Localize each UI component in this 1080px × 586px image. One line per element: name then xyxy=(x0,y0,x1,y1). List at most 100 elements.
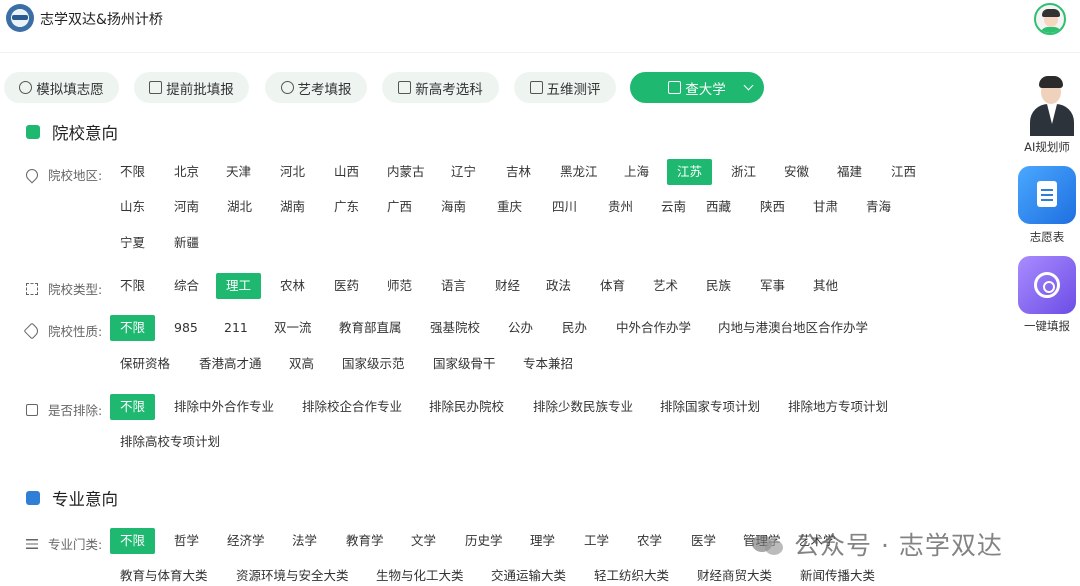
nature-option[interactable]: 香港高才通 xyxy=(189,351,272,377)
region-option[interactable]: 湖北 xyxy=(217,194,262,220)
tab-five-dimension[interactable]: 五维测评 xyxy=(514,72,616,103)
nature-option[interactable]: 强基院校 xyxy=(420,315,490,341)
nature-option[interactable]: 公办 xyxy=(498,315,543,341)
exclude-option[interactable]: 排除少数民族专业 xyxy=(523,394,643,420)
type-option[interactable]: 农林 xyxy=(270,273,315,299)
major-category-option[interactable]: 医学 xyxy=(681,528,726,554)
type-option[interactable]: 民族 xyxy=(696,273,741,299)
region-option[interactable]: 吉林 xyxy=(496,159,541,185)
user-avatar[interactable] xyxy=(1034,3,1066,35)
tab-subject-selection[interactable]: 新高考选科 xyxy=(382,72,499,103)
region-option[interactable]: 新疆 xyxy=(164,230,209,256)
nature-option[interactable]: 211 xyxy=(214,315,258,341)
region-option[interactable]: 福建 xyxy=(827,159,872,185)
nature-option[interactable]: 教育部直属 xyxy=(329,315,412,341)
region-option[interactable]: 甘肃 xyxy=(803,194,848,220)
type-option[interactable]: 综合 xyxy=(164,273,209,299)
region-option[interactable]: 上海 xyxy=(614,159,659,185)
tab-early-batch[interactable]: 提前批填报 xyxy=(134,72,249,103)
region-option[interactable]: 江西 xyxy=(881,159,926,185)
major-category-option[interactable]: 理学 xyxy=(520,528,565,554)
tab-simulate-fill[interactable]: 模拟填志愿 xyxy=(4,72,119,103)
region-option[interactable]: 广西 xyxy=(377,194,422,220)
region-option[interactable]: 安徽 xyxy=(774,159,819,185)
nature-option[interactable]: 985 xyxy=(164,315,208,341)
tab-art-exam[interactable]: 艺考填报 xyxy=(265,72,367,103)
nature-option[interactable]: 双一流 xyxy=(264,315,322,341)
exclude-option[interactable]: 排除中外合作专业 xyxy=(164,394,284,420)
region-option[interactable]: 广东 xyxy=(324,194,369,220)
major-category-option[interactable]: 教育与体育大类 xyxy=(110,563,218,586)
chevron-down-icon[interactable] xyxy=(743,80,754,91)
major-category-option[interactable]: 财经商贸大类 xyxy=(687,563,782,586)
major-category-option[interactable]: 资源环境与安全大类 xyxy=(226,563,359,586)
major-category-option[interactable]: 历史学 xyxy=(455,528,513,554)
region-option[interactable]: 西藏 xyxy=(696,194,741,220)
type-option[interactable]: 师范 xyxy=(377,273,422,299)
type-option[interactable]: 政法 xyxy=(536,273,581,299)
region-option[interactable]: 宁夏 xyxy=(110,230,155,256)
region-option[interactable]: 浙江 xyxy=(721,159,766,185)
major-category-option[interactable]: 法学 xyxy=(282,528,327,554)
region-option[interactable]: 山西 xyxy=(324,159,369,185)
major-category-option[interactable]: 农学 xyxy=(627,528,672,554)
nature-option[interactable]: 民办 xyxy=(552,315,597,341)
nature-option[interactable]: 双高 xyxy=(279,351,324,377)
type-option[interactable]: 体育 xyxy=(590,273,635,299)
nature-option[interactable]: 国家级示范 xyxy=(332,351,415,377)
ai-planner-avatar[interactable] xyxy=(1028,76,1076,136)
region-option[interactable]: 辽宁 xyxy=(441,159,486,185)
one-click-fill-label[interactable]: 一键填报 xyxy=(1017,318,1077,334)
major-category-option[interactable]: 教育学 xyxy=(336,528,394,554)
exclude-option[interactable]: 不限 xyxy=(110,394,156,420)
region-option[interactable]: 云南 xyxy=(651,194,696,220)
region-option[interactable]: 四川 xyxy=(542,194,587,220)
region-option[interactable]: 山东 xyxy=(110,194,155,220)
region-option[interactable]: 青海 xyxy=(856,194,901,220)
region-option[interactable]: 重庆 xyxy=(487,194,532,220)
region-option[interactable]: 河南 xyxy=(164,194,209,220)
type-option[interactable]: 理工 xyxy=(216,273,262,299)
nature-option[interactable]: 国家级骨干 xyxy=(423,351,506,377)
type-option[interactable]: 不限 xyxy=(110,273,155,299)
nature-option[interactable]: 专本兼招 xyxy=(513,351,583,377)
region-option[interactable]: 贵州 xyxy=(598,194,643,220)
major-category-option[interactable]: 经济学 xyxy=(217,528,275,554)
major-category-option[interactable]: 生物与化工大类 xyxy=(366,563,474,586)
major-category-option[interactable]: 文学 xyxy=(401,528,446,554)
type-option[interactable]: 其他 xyxy=(803,273,848,299)
region-option[interactable]: 陕西 xyxy=(750,194,795,220)
major-category-option[interactable]: 不限 xyxy=(110,528,156,554)
major-category-option[interactable]: 交通运输大类 xyxy=(481,563,576,586)
region-option[interactable]: 江苏 xyxy=(667,159,713,185)
one-click-fill-button[interactable] xyxy=(1018,256,1076,314)
nature-option[interactable]: 不限 xyxy=(110,315,156,341)
region-option[interactable]: 不限 xyxy=(110,159,155,185)
ai-planner-button[interactable]: AI规划师 xyxy=(1017,139,1077,155)
exclude-option[interactable]: 排除高校专项计划 xyxy=(110,429,230,455)
exclude-option[interactable]: 排除民办院校 xyxy=(419,394,514,420)
region-option[interactable]: 湖南 xyxy=(270,194,315,220)
application-form-label[interactable]: 志愿表 xyxy=(1017,229,1077,245)
major-category-option[interactable]: 新闻传播大类 xyxy=(790,563,885,586)
exclude-option[interactable]: 排除地方专项计划 xyxy=(778,394,898,420)
region-option[interactable]: 黑龙江 xyxy=(550,159,608,185)
region-option[interactable]: 海南 xyxy=(431,194,476,220)
type-option[interactable]: 语言 xyxy=(431,273,476,299)
type-option[interactable]: 财经 xyxy=(485,273,530,299)
exclude-option[interactable]: 排除校企合作专业 xyxy=(292,394,412,420)
tab-find-university[interactable]: 查大学 xyxy=(630,72,764,103)
type-option[interactable]: 医药 xyxy=(324,273,369,299)
region-option[interactable]: 天津 xyxy=(216,159,261,185)
major-category-option[interactable]: 哲学 xyxy=(164,528,209,554)
exclude-option[interactable]: 排除国家专项计划 xyxy=(650,394,770,420)
major-category-option[interactable]: 工学 xyxy=(574,528,619,554)
nature-option[interactable]: 保研资格 xyxy=(110,351,180,377)
region-option[interactable]: 内蒙古 xyxy=(377,159,435,185)
major-category-option[interactable]: 轻工纺织大类 xyxy=(584,563,679,586)
type-option[interactable]: 军事 xyxy=(750,273,795,299)
nature-option[interactable]: 内地与港澳台地区合作办学 xyxy=(708,315,878,341)
region-option[interactable]: 北京 xyxy=(164,159,209,185)
region-option[interactable]: 河北 xyxy=(270,159,315,185)
application-form-button[interactable] xyxy=(1018,166,1076,224)
